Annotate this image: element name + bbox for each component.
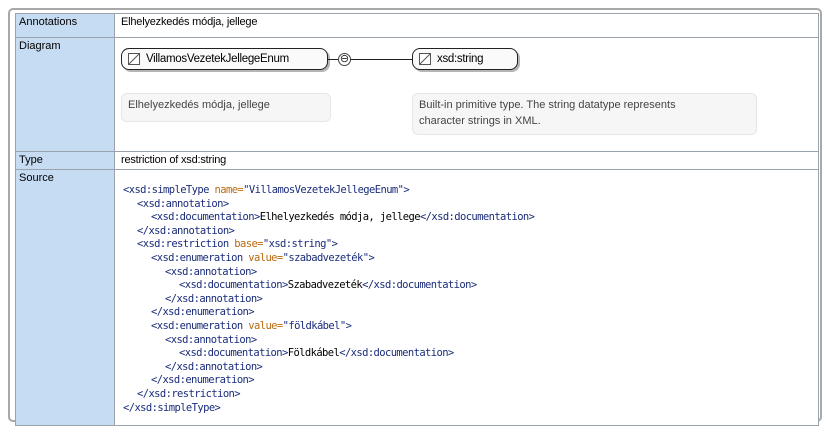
type-label: Type xyxy=(15,151,115,170)
source-token: <xsd:documentation> xyxy=(179,347,288,360)
source-token: <xsd:enumeration xyxy=(151,319,249,332)
annotations-value: Elhelyezkedés módja, jellege xyxy=(121,16,258,28)
source-line: <xsd:annotation> xyxy=(123,266,818,280)
connector-line-right xyxy=(350,59,412,60)
source-token: "földkábel" xyxy=(282,319,347,332)
type-row: Type restriction of xsd:string xyxy=(15,151,819,170)
simple-type-node-label: VillamosVezetekJellegeEnum xyxy=(146,53,289,65)
source-label: Source xyxy=(15,168,115,427)
source-line: </xsd:annotation> xyxy=(123,361,818,375)
source-token: > xyxy=(403,184,410,196)
source-token: Földkábel xyxy=(287,347,340,360)
source-token: </xsd:annotation> xyxy=(165,292,263,305)
schema-diagram: VillamosVezetekJellegeEnum ⊖ xsd:string … xyxy=(115,38,818,150)
source-token: </xsd:simpleType> xyxy=(123,401,221,414)
source-line: </xsd:enumeration> xyxy=(123,374,818,388)
simple-type-icon xyxy=(128,53,140,65)
source-token: </xsd:enumeration> xyxy=(151,374,255,387)
schema-doc-frame: Annotations Elhelyezkedés módja, jellege… xyxy=(8,8,822,427)
source-line: <xsd:simpleType name="VillamosVezetekJel… xyxy=(123,184,818,198)
source-token: > xyxy=(368,251,375,264)
source-token: <xsd:enumeration xyxy=(151,251,249,264)
source-token: </xsd:enumeration> xyxy=(151,306,255,319)
source-token: "VillamosVezetekJellegeEnum" xyxy=(243,184,404,196)
source-token: <xsd:restriction xyxy=(137,238,235,251)
source-token: </xsd:documentation> xyxy=(362,279,477,292)
diagram-row: Diagram VillamosVezetekJellegeEnum ⊖ xsd… xyxy=(15,37,819,152)
source-token: <xsd:annotation> xyxy=(137,197,229,210)
source-token: </xsd:annotation> xyxy=(165,360,263,373)
annotations-label: Annotations xyxy=(15,13,115,38)
source-line: <xsd:annotation> xyxy=(123,198,818,212)
source-token: value= xyxy=(248,319,283,332)
source-token: > xyxy=(331,238,338,251)
simple-type-icon xyxy=(419,53,431,65)
source-token: </xsd:annotation> xyxy=(137,224,235,237)
type-value: restriction of xsd:string xyxy=(121,154,227,166)
source-token: base= xyxy=(234,238,263,251)
source-line: </xsd:simpleType> xyxy=(123,402,818,416)
source-token: > xyxy=(345,319,352,332)
source-token: name= xyxy=(214,184,244,196)
source-token: <xsd:annotation> xyxy=(165,265,257,278)
source-line: </xsd:annotation> xyxy=(123,293,818,307)
connector-line-left xyxy=(328,59,338,60)
simple-type-documentation: Elhelyezkedés módja, jellege xyxy=(121,93,331,122)
base-type-documentation: Built-in primitive type. The string data… xyxy=(412,93,757,135)
source-token: <xsd:annotation> xyxy=(165,333,257,346)
source-line: <xsd:enumeration value="szabadvezeték"> xyxy=(123,252,818,266)
source-token: </xsd:restriction> xyxy=(137,387,241,400)
source-token: "szabadvezeték" xyxy=(282,251,369,264)
source-token: Szabadvezeték xyxy=(287,279,363,292)
base-type-node-label: xsd:string xyxy=(437,53,484,65)
source-line: <xsd:restriction base="xsd:string"> xyxy=(123,238,818,252)
source-line: <xsd:annotation> xyxy=(123,334,818,348)
source-token: Elhelyezkedés módja, jellege xyxy=(259,211,421,224)
simple-type-node[interactable]: VillamosVezetekJellegeEnum xyxy=(121,48,328,70)
properties-table: Annotations Elhelyezkedés módja, jellege… xyxy=(15,13,819,427)
source-token: <xsd:documentation> xyxy=(151,211,260,224)
source-token: </xsd:documentation> xyxy=(419,211,535,224)
source-line: <xsd:documentation>Szabadvezeték</xsd:do… xyxy=(123,279,818,293)
source-token: <xsd:simpleType xyxy=(123,184,215,196)
base-type-node[interactable]: xsd:string xyxy=(412,48,518,70)
source-line: </xsd:enumeration> xyxy=(123,306,818,320)
annotations-row: Annotations Elhelyezkedés módja, jellege xyxy=(15,13,819,38)
source-line: <xsd:documentation>Földkábel</xsd:docume… xyxy=(123,347,818,361)
source-line: <xsd:documentation>Elhelyezkedés módja, … xyxy=(123,211,818,225)
diagram-label: Diagram xyxy=(15,37,115,152)
source-token: </xsd:documentation> xyxy=(339,347,454,360)
source-line: <xsd:enumeration value="földkábel"> xyxy=(123,320,818,334)
source-token: <xsd:documentation> xyxy=(179,279,288,292)
source-code-block: <xsd:simpleType name="VillamosVezetekJel… xyxy=(115,170,818,425)
source-token: value= xyxy=(248,251,283,264)
source-token: "xsd:string" xyxy=(262,238,332,251)
source-line: </xsd:annotation> xyxy=(123,225,818,239)
source-line: </xsd:restriction> xyxy=(123,388,818,402)
source-row: Source <xsd:simpleType name="VillamosVez… xyxy=(15,168,819,427)
